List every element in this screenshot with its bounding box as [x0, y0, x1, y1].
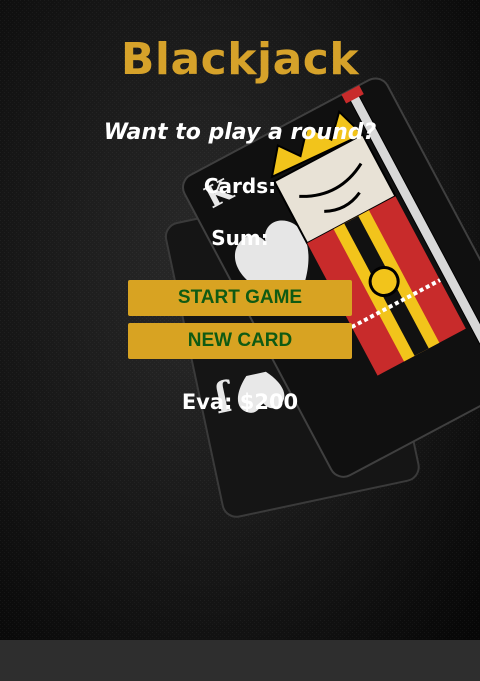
game-message: Want to play a round? — [103, 120, 377, 145]
game-title: Blackjack — [120, 34, 360, 85]
player-info: Eva: $200 — [181, 390, 299, 414]
sum-display: Sum: — [211, 226, 269, 250]
game-panel: Blackjack Want to play a round? Cards: S… — [0, 0, 480, 681]
new-card-button[interactable]: NEW CARD — [128, 323, 352, 359]
cards-display: Cards: — [203, 174, 277, 198]
start-game-button[interactable]: START GAME — [128, 280, 352, 316]
